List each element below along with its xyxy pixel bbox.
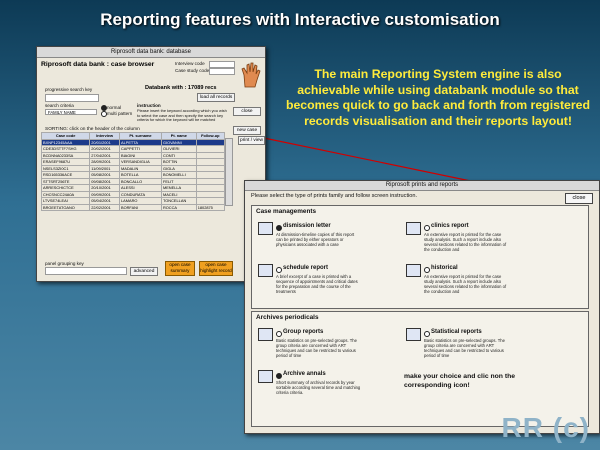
item-archive-annals[interactable]: Archive annals Short summary of archival… — [258, 370, 408, 410]
radio-historical[interactable] — [424, 267, 430, 273]
instruction-text: Please insert the keyword according whic… — [137, 108, 227, 123]
prints-window: Riprosoft prints and reports Please sele… — [244, 180, 600, 434]
table-cell: 22/02/2001 — [89, 203, 120, 211]
advanced-button[interactable]: advanced — [130, 267, 158, 276]
keyfield-label: progressive search key — [45, 87, 93, 92]
group-report-icon[interactable] — [258, 328, 273, 341]
item-clinics-report[interactable]: clinics report An extensive report is pr… — [406, 222, 556, 258]
print-view-button[interactable]: print / view — [238, 136, 265, 145]
radio-archive-annals[interactable] — [276, 373, 282, 379]
label-archive-annals: Archive annals — [283, 371, 326, 377]
radio-clinics-report[interactable] — [424, 225, 430, 231]
hand-icon — [239, 61, 261, 89]
desc-statistical-reports: Basic statistics on pre-selected groups.… — [424, 338, 505, 358]
interview-code-field[interactable] — [209, 61, 235, 68]
item-historical[interactable]: historical An extensive report is printe… — [406, 264, 556, 300]
letter-icon[interactable] — [258, 222, 273, 235]
radio-normal-label: normal — [107, 105, 122, 110]
databank-count: Databank with : 17089 recs — [145, 85, 217, 91]
item-dismission-letter[interactable]: dismission letter At dismission-timeline… — [258, 222, 408, 258]
historical-icon[interactable] — [406, 264, 421, 277]
search-criteria-label: search criteria — [45, 103, 74, 108]
archives-title: Archives periodicals — [256, 314, 319, 321]
table-cell: ROCCA — [160, 203, 197, 211]
desc-group-reports: Basic statistics on pre-selected groups.… — [276, 338, 357, 358]
statistics-icon[interactable] — [406, 328, 421, 341]
panel-grouping-select[interactable] — [45, 267, 127, 275]
databank-header: Riprosoft data bank : case browser — [41, 61, 155, 68]
label-group-reports: Group reports — [283, 329, 324, 335]
open-case-highlight-button[interactable]: open case highlight record — [199, 261, 233, 276]
desc-historical: An extensive report is printed for the c… — [424, 274, 507, 294]
table-cell: BORFANI — [118, 203, 162, 211]
cases-study-code-field[interactable] — [209, 68, 235, 75]
records-table: Case code Interview Pt. surname Pt. name… — [40, 132, 226, 211]
case-managements-section: Case managements dismission letter At di… — [251, 205, 589, 309]
radio-dismission-letter[interactable] — [276, 225, 282, 231]
table-scrollbar[interactable] — [225, 138, 233, 206]
schedule-icon[interactable] — [258, 264, 273, 277]
label-statistical-reports: Statistical reports — [431, 329, 482, 335]
desc-archive-annals: Short summary of archival records by yea… — [276, 380, 361, 395]
desc-clinics-report: An extensive report is printed for the c… — [424, 232, 507, 252]
databank-titlebar: Riprosoft data bank: database — [37, 47, 265, 58]
table-cell: BRGEETATOANO — [40, 203, 91, 211]
interview-code-label: Interview code — [175, 61, 205, 66]
label-dismission-letter: dismission letter — [283, 223, 331, 229]
desc-schedule-report: A brief excerpt of a case is printed wit… — [276, 274, 358, 294]
radio-multi-label: multi pattern — [107, 111, 133, 116]
load-all-records-button[interactable]: load all records — [197, 93, 235, 102]
archives-section: Archives periodicals Group reports Basic… — [251, 311, 589, 427]
open-case-summary-button[interactable]: open case summary — [165, 261, 195, 276]
item-schedule-report[interactable]: schedule report A brief excerpt of a cas… — [258, 264, 408, 300]
item-group-reports[interactable]: Group reports Basic statistics on pre-se… — [258, 328, 408, 364]
radio-statistical-reports[interactable] — [424, 331, 430, 337]
case-managements-title: Case managements — [256, 208, 317, 215]
panel-grouping-label: panel grouping key — [45, 261, 84, 266]
clinics-report-icon[interactable] — [406, 222, 421, 235]
annals-icon[interactable] — [258, 370, 273, 383]
item-statistical-reports[interactable]: Statistical reports Basic statistics on … — [406, 328, 556, 364]
label-historical: historical — [431, 265, 458, 271]
desc-dismission-letter: At dismission-timeline copies of this re… — [276, 232, 355, 247]
cases-study-code-label: Case study code — [175, 68, 210, 73]
prints-titlebar: Riprosoft prints and reports — [245, 181, 599, 191]
watermark: RR (c) — [501, 412, 590, 443]
label-clinics-report: clinics report — [431, 223, 469, 229]
choice-note: make your choice and clic non the corres… — [404, 373, 516, 389]
databank-window: Riprosoft data bank: database Riprosoft … — [36, 46, 266, 282]
prints-instruction: Please select the type of prints family … — [251, 193, 418, 199]
new-case-button[interactable]: new case — [233, 126, 261, 135]
close-button[interactable]: close — [233, 107, 261, 116]
label-schedule-report: schedule report — [283, 265, 329, 271]
prints-close-button[interactable]: close — [565, 193, 593, 204]
search-criteria-select[interactable]: FAMILY NAME — [45, 109, 97, 115]
connector-line-right — [263, 137, 486, 185]
radio-schedule-report[interactable] — [276, 267, 282, 273]
search-key-input[interactable] — [45, 94, 99, 102]
radio-group-reports[interactable] — [276, 331, 282, 337]
table-cell: 1802875 — [195, 203, 226, 211]
table-row[interactable]: BRGEETATOANO 22/02/2001 BORFANI ROCCA 180287… — [40, 203, 226, 211]
